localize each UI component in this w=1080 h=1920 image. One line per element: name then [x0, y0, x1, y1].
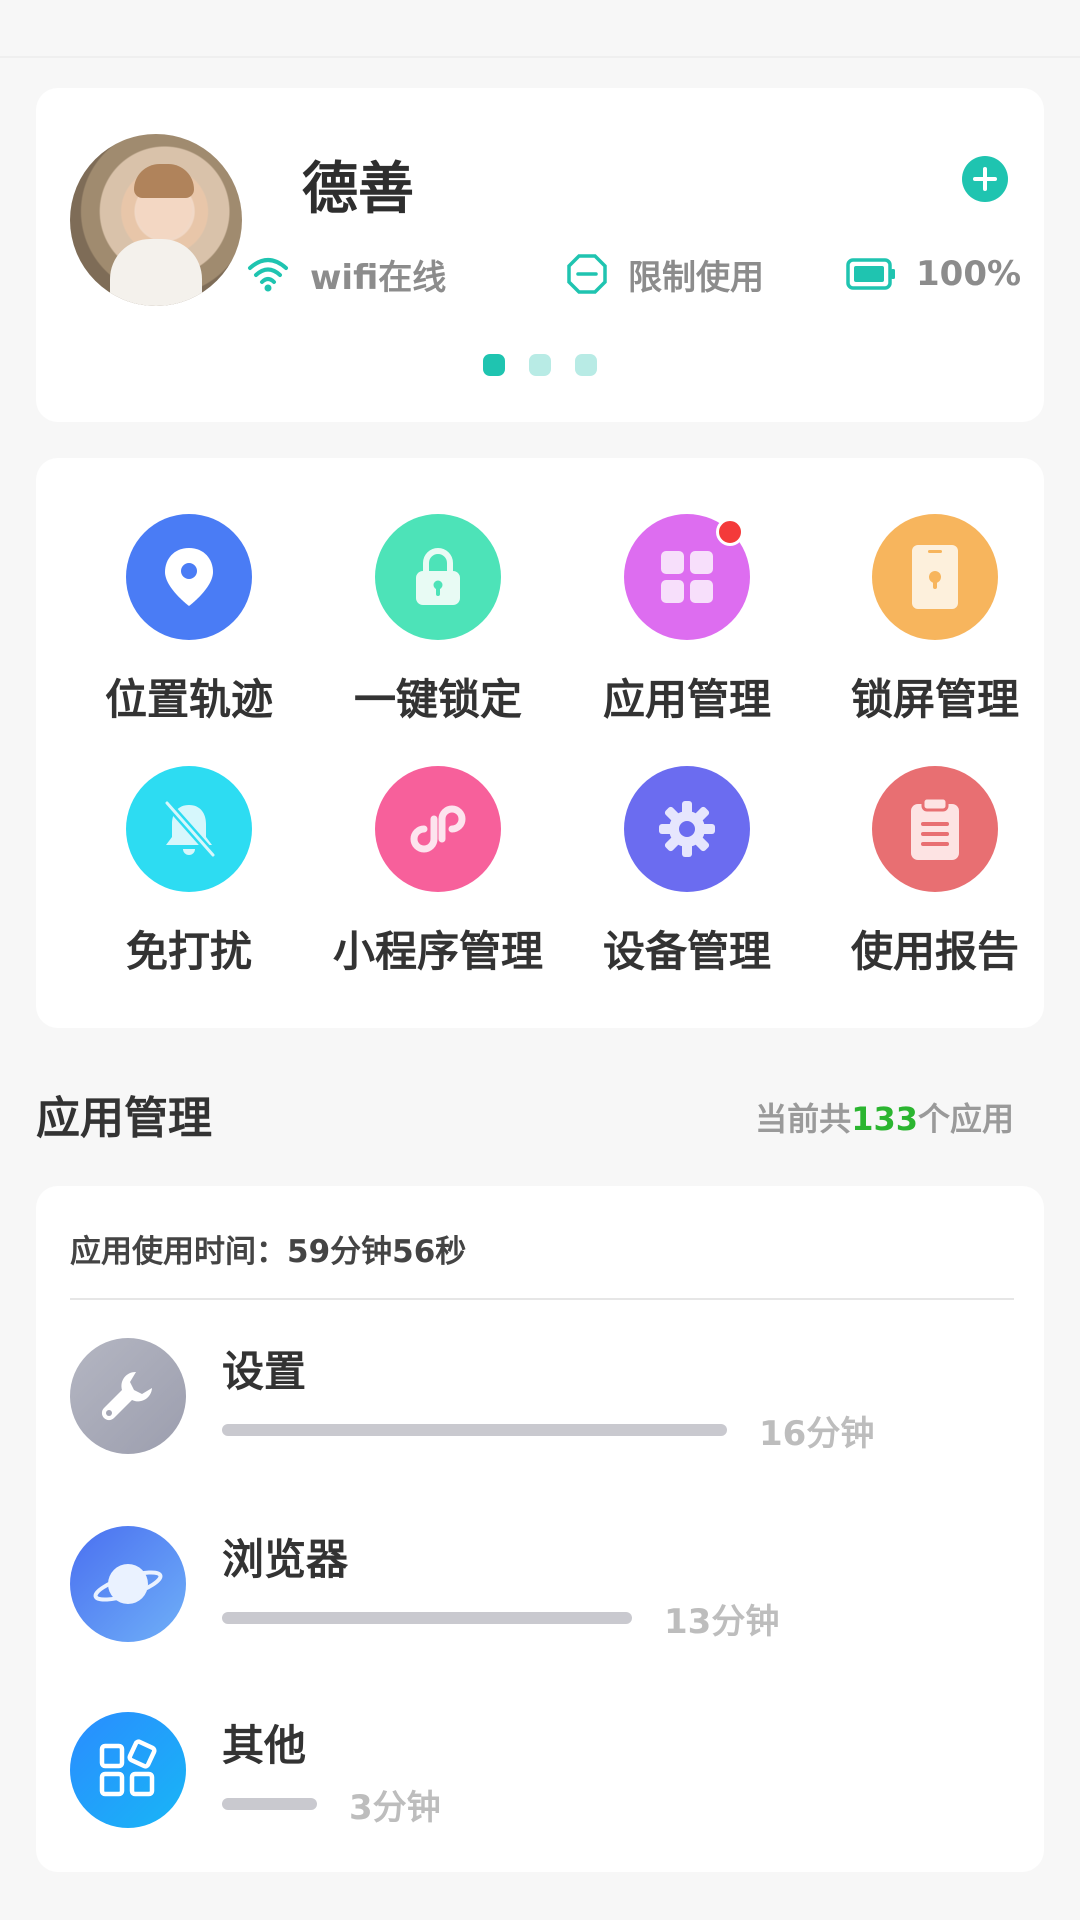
restricted-icon	[567, 254, 607, 294]
feature-label: 小程序管理	[332, 927, 543, 976]
usage-bar	[222, 1798, 317, 1810]
feature-label: 设备管理	[602, 927, 771, 976]
feature-label: 位置轨迹	[104, 675, 273, 724]
wrench-icon	[70, 1338, 186, 1454]
app-usage-card: 应用使用时间：59分钟56秒 设置 16分钟 浏览器 13分钟 其他 3分钟	[36, 1186, 1044, 1872]
pager-dot[interactable]	[483, 354, 505, 376]
app-usage-row[interactable]: 浏览器 13分钟	[70, 1526, 1014, 1646]
pager-dots	[36, 354, 1044, 376]
app-count-prefix: 当前共	[755, 1100, 852, 1138]
usage-time: 13分钟	[664, 1602, 780, 1642]
wifi-status-text: wifi在线	[310, 257, 447, 298]
feature-mini-program-management[interactable]: 小程序管理	[318, 766, 558, 979]
phone-lock-icon	[872, 514, 998, 640]
feature-label: 锁屏管理	[850, 675, 1019, 724]
apps-grid-icon	[624, 514, 750, 640]
device-status-row: wifi在线 限制使用 100%	[36, 246, 1044, 302]
feature-device-management[interactable]: 设备管理	[567, 766, 807, 979]
notification-badge	[716, 518, 744, 546]
pager-dot[interactable]	[529, 354, 551, 376]
app-name: 其他	[222, 1721, 307, 1770]
feature-grid: 位置轨迹 一键锁定 应用管理 锁屏管理 免打扰 小程序管理 设备管理 使用报告	[36, 458, 1044, 1028]
bell-off-icon	[126, 766, 252, 892]
feature-label: 使用报告	[850, 927, 1019, 976]
apps-other-icon	[70, 1712, 186, 1828]
section-title: 应用管理	[36, 1093, 212, 1144]
total-usage-time: 应用使用时间：59分钟56秒	[70, 1234, 467, 1270]
pager-dot[interactable]	[575, 354, 597, 376]
app-usage-row[interactable]: 设置 16分钟	[70, 1338, 1014, 1458]
limit-status-text: 限制使用	[628, 257, 764, 298]
feature-usage-report[interactable]: 使用报告	[815, 766, 1055, 979]
usage-time: 3分钟	[349, 1788, 441, 1828]
child-name: 德善	[302, 157, 414, 222]
app-count-number: 133	[851, 1100, 918, 1138]
feature-app-management[interactable]: 应用管理	[567, 514, 807, 727]
app-name: 浏览器	[222, 1535, 349, 1584]
divider	[70, 1298, 1014, 1300]
limit-status: 限制使用	[566, 246, 764, 302]
location-pin-icon	[126, 514, 252, 640]
child-profile-card[interactable]: 德善 wifi在线 限制使用 100%	[36, 88, 1044, 422]
app-usage-row[interactable]: 其他 3分钟	[70, 1712, 1014, 1832]
feature-label: 应用管理	[602, 675, 771, 724]
feature-do-not-disturb[interactable]: 免打扰	[69, 766, 309, 979]
battery-icon	[846, 258, 895, 290]
feature-label: 免打扰	[125, 927, 252, 976]
usage-bar	[222, 1424, 727, 1436]
app-name: 设置	[222, 1347, 307, 1396]
wifi-icon	[248, 258, 288, 292]
app-count-suffix: 个应用	[917, 1100, 1014, 1138]
feature-location-track[interactable]: 位置轨迹	[69, 514, 309, 727]
feature-label: 一键锁定	[353, 675, 522, 724]
battery-level: 100%	[916, 254, 1022, 294]
feature-lockscreen-management[interactable]: 锁屏管理	[815, 514, 1055, 727]
wifi-status: wifi在线	[246, 246, 446, 302]
app-count: 当前共133个应用	[755, 1094, 1014, 1140]
lock-icon	[375, 514, 501, 640]
feature-one-key-lock[interactable]: 一键锁定	[318, 514, 558, 727]
usage-bar	[222, 1612, 632, 1624]
gear-icon	[624, 766, 750, 892]
top-bar	[0, 0, 1080, 58]
planet-icon	[70, 1526, 186, 1642]
clipboard-icon	[872, 766, 998, 892]
mini-program-icon	[375, 766, 501, 892]
add-device-button[interactable]	[962, 156, 1008, 202]
usage-time: 16分钟	[759, 1414, 875, 1454]
battery-status: 100%	[846, 246, 1021, 302]
